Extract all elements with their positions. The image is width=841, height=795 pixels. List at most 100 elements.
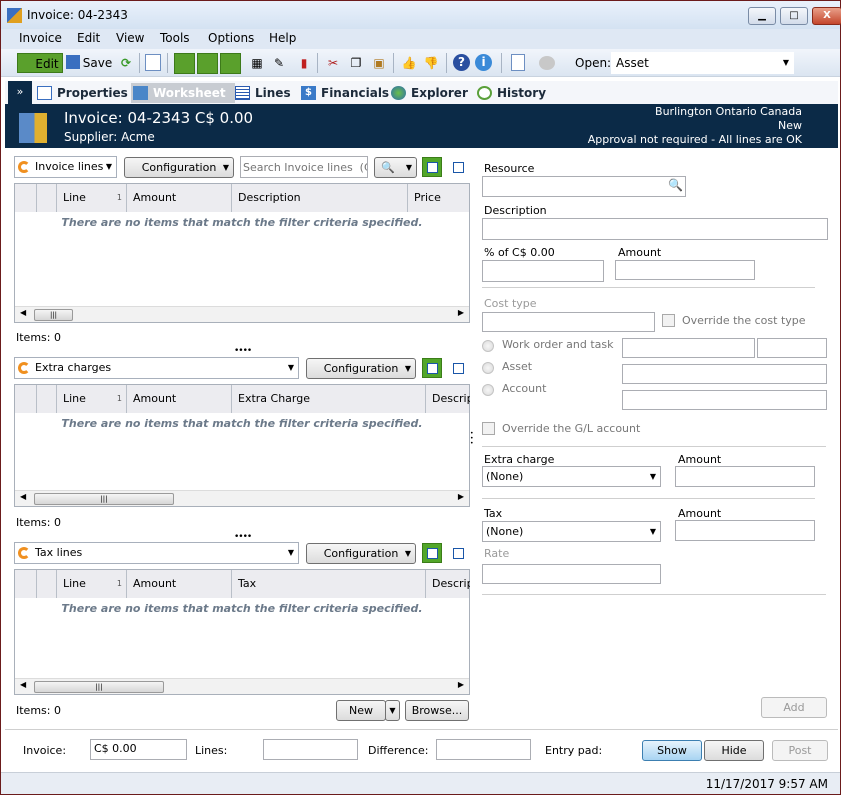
scroll-left-icon[interactable]: ◀ bbox=[20, 308, 26, 317]
tab-properties[interactable]: Properties bbox=[35, 83, 128, 103]
horizontal-scrollbar[interactable]: ◀ ||| ▶ bbox=[15, 490, 469, 506]
tax-select[interactable]: (None) ▼ bbox=[482, 521, 661, 542]
scroll-right-icon[interactable]: ▶ bbox=[458, 308, 464, 317]
override-cost-type-checkbox[interactable] bbox=[662, 314, 675, 327]
column-extra-charge[interactable]: Extra Charge bbox=[232, 385, 426, 413]
copy-icon[interactable]: ❐ bbox=[348, 53, 364, 73]
invoice-lines-selector[interactable]: Invoice lines ▼ bbox=[14, 156, 117, 178]
menu-options[interactable]: Options bbox=[208, 31, 254, 45]
configuration-button[interactable]: Configuration ▼ bbox=[306, 358, 416, 379]
splitter-handle[interactable]: •••• bbox=[234, 346, 252, 356]
scroll-right-icon[interactable]: ▶ bbox=[458, 680, 464, 689]
list-view-icon[interactable] bbox=[422, 543, 442, 563]
cost-type-input[interactable] bbox=[482, 312, 655, 332]
help-icon[interactable]: ? bbox=[453, 54, 470, 71]
scrollbar-thumb[interactable]: ||| bbox=[34, 493, 174, 505]
account-input[interactable] bbox=[622, 390, 827, 410]
horizontal-scrollbar[interactable]: ◀ ||| ▶ bbox=[15, 306, 469, 322]
hide-button[interactable]: Hide bbox=[704, 740, 764, 761]
tax-amount-input[interactable] bbox=[675, 520, 815, 541]
magnifier-icon[interactable]: 🔍 bbox=[668, 178, 683, 192]
column-description[interactable]: Description bbox=[232, 184, 408, 212]
post-button[interactable]: Post bbox=[772, 740, 828, 761]
save-button[interactable]: Save bbox=[65, 53, 113, 73]
invoice-total-input[interactable]: C$ 0.00 bbox=[90, 739, 187, 760]
refresh-icon[interactable]: ⟳ bbox=[117, 53, 135, 73]
configuration-button[interactable]: Configuration ▼ bbox=[124, 157, 234, 178]
new-dropdown-button[interactable]: ▼ bbox=[385, 700, 400, 721]
menu-edit[interactable]: Edit bbox=[77, 31, 100, 45]
add-button[interactable]: Add bbox=[761, 697, 827, 718]
tab-financials[interactable]: $ Financials bbox=[299, 83, 389, 103]
list-view-icon[interactable] bbox=[422, 157, 442, 177]
rate-input[interactable] bbox=[482, 564, 661, 584]
scroll-right-icon[interactable]: ▶ bbox=[458, 492, 464, 501]
asset-radio[interactable] bbox=[482, 362, 494, 374]
list-view-icon[interactable] bbox=[422, 358, 442, 378]
column-amount[interactable]: Amount bbox=[127, 184, 232, 212]
extra-amount-input[interactable] bbox=[675, 466, 815, 487]
task-input[interactable] bbox=[757, 338, 827, 358]
collapse-button[interactable]: » bbox=[8, 81, 32, 104]
column-line[interactable]: Line 1 bbox=[57, 184, 127, 212]
column-description[interactable]: Descrip bbox=[426, 385, 470, 413]
browse-button[interactable]: Browse... bbox=[405, 700, 469, 721]
column-amount[interactable]: Amount bbox=[127, 570, 232, 598]
tab-explorer[interactable]: Explorer bbox=[389, 83, 473, 103]
column-description[interactable]: Descrip bbox=[426, 570, 470, 598]
column-amount[interactable]: Amount bbox=[127, 385, 232, 413]
open-dropdown[interactable]: Asset ▼ bbox=[611, 52, 794, 74]
scroll-left-icon[interactable]: ◀ bbox=[20, 492, 26, 501]
new-document-icon[interactable] bbox=[145, 54, 161, 71]
detail-view-icon[interactable] bbox=[449, 158, 467, 176]
account-radio[interactable] bbox=[482, 384, 494, 396]
difference-input[interactable] bbox=[436, 739, 531, 760]
tax-lines-selector[interactable]: Tax lines ▼ bbox=[14, 542, 299, 564]
bookmark-icon[interactable]: ▮ bbox=[297, 53, 311, 73]
description-input[interactable] bbox=[482, 218, 828, 240]
scrollbar-thumb[interactable]: ||| bbox=[34, 309, 73, 321]
asset-input[interactable] bbox=[622, 364, 827, 384]
scroll-left-icon[interactable]: ◀ bbox=[20, 680, 26, 689]
tab-worksheet[interactable]: Worksheet bbox=[131, 83, 235, 103]
tab-history[interactable]: History bbox=[475, 83, 555, 103]
scrollbar-thumb[interactable]: ||| bbox=[34, 681, 164, 693]
tab-lines[interactable]: Lines bbox=[233, 83, 293, 103]
attach-icon[interactable]: ✎ bbox=[271, 53, 287, 73]
cut-icon[interactable]: ✂ bbox=[325, 53, 341, 73]
thumbs-up-icon[interactable]: 👍 bbox=[401, 53, 417, 73]
thumbs-down-icon[interactable]: 👎 bbox=[423, 53, 439, 73]
column-tax[interactable]: Tax bbox=[232, 570, 426, 598]
minimize-button[interactable]: ▁ bbox=[748, 7, 776, 25]
percent-input[interactable] bbox=[482, 260, 604, 282]
detail-view-icon[interactable] bbox=[449, 359, 467, 377]
search-icon[interactable] bbox=[220, 53, 241, 74]
work-order-radio[interactable] bbox=[482, 340, 494, 352]
column-price[interactable]: Price bbox=[408, 184, 470, 212]
menu-invoice[interactable]: Invoice bbox=[19, 31, 62, 45]
vertical-splitter-handle[interactable]: • • • bbox=[470, 431, 474, 447]
search-button[interactable]: 🔍 ▼ bbox=[374, 157, 417, 178]
menu-tools[interactable]: Tools bbox=[160, 31, 190, 45]
configuration-button[interactable]: Configuration ▼ bbox=[306, 543, 416, 564]
new-record-icon[interactable] bbox=[511, 54, 525, 71]
resource-input[interactable]: 🔍 bbox=[482, 176, 686, 197]
layout-rows-icon[interactable] bbox=[197, 53, 218, 74]
extra-charges-selector[interactable]: Extra charges ▼ bbox=[14, 357, 299, 379]
override-gl-checkbox[interactable] bbox=[482, 422, 495, 435]
menu-help[interactable]: Help bbox=[269, 31, 296, 45]
horizontal-scrollbar[interactable]: ◀ ||| ▶ bbox=[15, 678, 469, 694]
close-button[interactable]: X bbox=[812, 7, 841, 25]
new-button[interactable]: New bbox=[336, 700, 386, 721]
edit-button[interactable]: Edit bbox=[17, 53, 63, 73]
maximize-button[interactable]: □ bbox=[780, 7, 808, 25]
paste-icon[interactable]: ▣ bbox=[371, 53, 387, 73]
amount-input[interactable] bbox=[615, 260, 755, 280]
layout-columns-icon[interactable] bbox=[174, 53, 195, 74]
windows-icon[interactable]: ▦ bbox=[249, 53, 265, 73]
work-order-input[interactable] bbox=[622, 338, 755, 358]
search-invoice-lines-input[interactable] bbox=[240, 156, 368, 178]
column-line[interactable]: Line 1 bbox=[57, 570, 127, 598]
lines-total-input[interactable] bbox=[263, 739, 358, 760]
detail-view-icon[interactable] bbox=[449, 544, 467, 562]
